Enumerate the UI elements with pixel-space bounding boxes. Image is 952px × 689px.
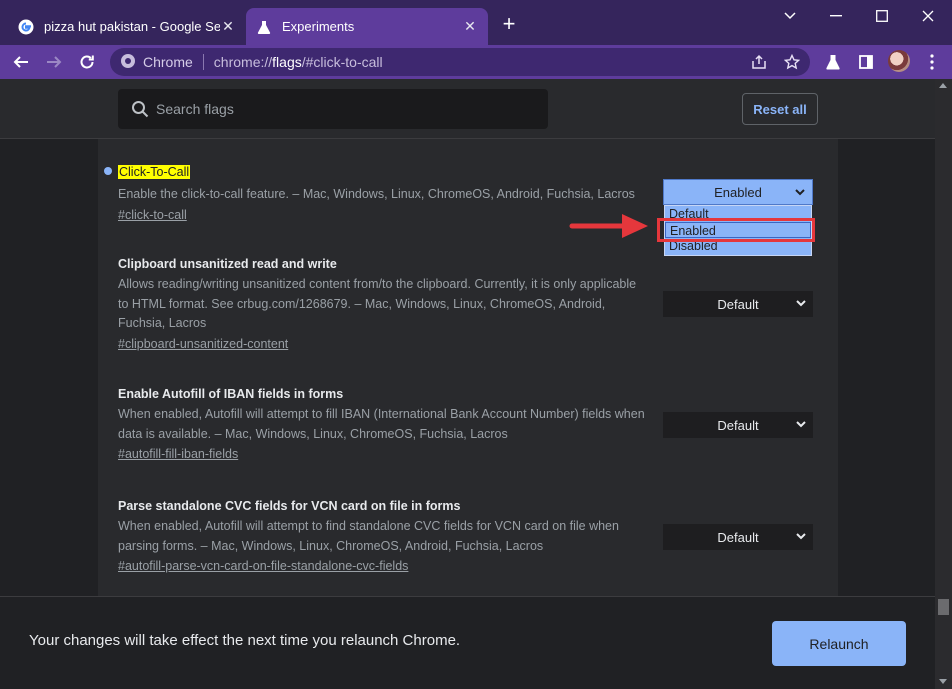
flag-title: Parse standalone CVC fields for VCN card…: [118, 499, 461, 513]
tab-title: pizza hut pakistan - Google Searc: [44, 19, 220, 34]
menu-kebab-icon[interactable]: [922, 52, 942, 72]
chrome-chip-label: Chrome: [143, 54, 193, 70]
flag-description: When enabled, Autofill will attempt to f…: [118, 519, 619, 553]
flag-description: Enable the click-to-call feature. – Mac,…: [118, 187, 635, 201]
maximize-icon[interactable]: [872, 6, 892, 26]
search-placeholder: Search flags: [156, 101, 234, 117]
annotation-arrow-icon: [569, 214, 648, 238]
scroll-down-icon[interactable]: [939, 679, 947, 684]
reload-icon[interactable]: [76, 51, 98, 73]
close-window-icon[interactable]: [918, 6, 938, 26]
tab-experiments[interactable]: Experiments ✕: [246, 8, 488, 45]
flag-anchor-link[interactable]: #autofill-parse-vcn-card-on-file-standal…: [118, 559, 408, 573]
flag-select-click-to-call[interactable]: Enabled: [663, 179, 813, 205]
flag-select-cvc[interactable]: Default: [663, 524, 813, 550]
select-value: Default: [717, 529, 759, 545]
url-host: flags: [272, 54, 302, 70]
tab-google-search[interactable]: pizza hut pakistan - Google Searc ✕: [8, 8, 246, 45]
flag-anchor-link[interactable]: #click-to-call: [118, 208, 187, 222]
url-scheme: chrome://: [213, 54, 273, 70]
close-tab-icon[interactable]: ✕: [462, 18, 478, 35]
flag-title: Clipboard unsanitized read and write: [118, 257, 337, 271]
flag-select-clipboard[interactable]: Default: [663, 291, 813, 317]
chevron-down-icon: [795, 189, 805, 196]
flag-clipboard-unsanitized: Clipboard unsanitized read and write All…: [118, 257, 648, 353]
relaunch-bar: Your changes will take effect the next t…: [0, 596, 935, 689]
modified-indicator-dot: [104, 167, 112, 175]
side-panel-icon[interactable]: [856, 52, 876, 72]
chevron-down-icon: [796, 533, 806, 540]
chevron-down-icon: [796, 300, 806, 307]
flag-description: Allows reading/writing unsanitized conte…: [118, 277, 637, 330]
flag-anchor-link[interactable]: #autofill-fill-iban-fields: [118, 447, 238, 461]
flask-icon: [256, 19, 272, 35]
bookmark-star-icon[interactable]: [783, 53, 801, 71]
page-scrollbar[interactable]: [935, 79, 952, 689]
tab-search-icon[interactable]: [780, 6, 800, 26]
reset-all-button[interactable]: Reset all: [742, 93, 818, 125]
select-value: Enabled: [714, 184, 762, 200]
title-bar: pizza hut pakistan - Google Searc ✕ Expe…: [0, 0, 952, 45]
forward-arrow-icon[interactable]: [43, 51, 65, 73]
scroll-up-icon[interactable]: [939, 83, 947, 88]
url-path: /#click-to-call: [301, 54, 383, 70]
flag-parse-cvc: Parse standalone CVC fields for VCN card…: [118, 499, 648, 575]
address-bar[interactable]: Chrome chrome://flags/#click-to-call: [110, 48, 810, 76]
relaunch-button[interactable]: Relaunch: [772, 621, 906, 666]
close-tab-icon[interactable]: ✕: [220, 18, 236, 35]
chrome-icon: [120, 53, 136, 72]
flag-select-iban[interactable]: Default: [663, 412, 813, 438]
omnibox-divider: [202, 54, 204, 70]
flag-description: When enabled, Autofill will attempt to f…: [118, 407, 645, 441]
experiments-flask-icon[interactable]: [823, 52, 843, 72]
url-text[interactable]: chrome://flags/#click-to-call: [214, 54, 383, 70]
flag-autofill-iban: Enable Autofill of IBAN fields in forms …: [118, 387, 648, 463]
relaunch-message: Your changes will take effect the next t…: [29, 632, 461, 649]
chrome-chip: Chrome: [120, 53, 193, 72]
minimize-icon[interactable]: [826, 6, 846, 26]
flag-anchor-link[interactable]: #clipboard-unsanitized-content: [118, 337, 288, 351]
select-value: Default: [717, 417, 759, 433]
select-value: Default: [717, 296, 759, 312]
profile-avatar[interactable]: [888, 50, 910, 72]
tab-title: Experiments: [282, 19, 355, 34]
flags-header: Search flags Reset all: [0, 79, 935, 139]
flag-title: Enable Autofill of IBAN fields in forms: [118, 387, 344, 401]
search-flags-input[interactable]: Search flags: [118, 89, 548, 129]
flag-title: Click-To-Call: [118, 165, 191, 179]
search-icon: [130, 99, 150, 119]
scroll-thumb[interactable]: [938, 599, 949, 615]
new-tab-button[interactable]: +: [498, 13, 520, 36]
chevron-down-icon: [796, 421, 806, 428]
back-arrow-icon[interactable]: [10, 51, 32, 73]
annotation-highlight-box: [657, 218, 815, 242]
google-icon: [18, 19, 34, 35]
share-icon[interactable]: [750, 53, 768, 71]
toolbar: Chrome chrome://flags/#click-to-call: [0, 45, 952, 79]
